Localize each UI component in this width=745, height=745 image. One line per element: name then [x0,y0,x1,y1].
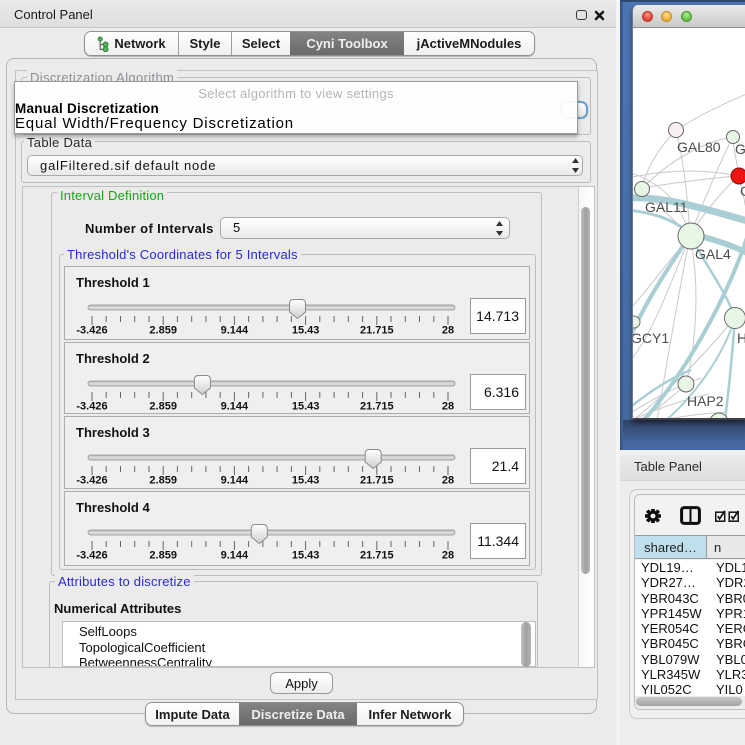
svg-text:21.715: 21.715 [360,401,394,413]
svg-text:9.144: 9.144 [221,325,249,337]
svg-text:28: 28 [442,550,454,562]
svg-text:15.43: 15.43 [292,550,320,562]
svg-text:GAL11: GAL11 [645,199,688,215]
svg-text:H: H [737,330,745,346]
svg-text:GCY1: GCY1 [633,330,669,346]
svg-text:-3.426: -3.426 [76,401,107,413]
svg-text:G.: G. [735,141,745,157]
svg-text:9.144: 9.144 [221,401,249,413]
svg-text:15.43: 15.43 [292,401,320,413]
svg-text:21.715: 21.715 [360,550,394,562]
svg-text:21.715: 21.715 [360,475,394,487]
svg-text:HAP2: HAP2 [687,393,724,409]
svg-text:21.715: 21.715 [360,325,394,337]
svg-text:28: 28 [442,475,454,487]
svg-text:15.43: 15.43 [292,475,320,487]
svg-text:15.43: 15.43 [292,325,320,337]
svg-text:9.144: 9.144 [221,550,249,562]
svg-text:28: 28 [442,325,454,337]
svg-text:28: 28 [442,401,454,413]
svg-text:C: C [740,183,745,199]
svg-text:2.859: 2.859 [149,475,177,487]
svg-text:-3.426: -3.426 [76,325,107,337]
svg-text:GAL80: GAL80 [677,139,721,155]
svg-text:2.859: 2.859 [149,550,177,562]
svg-text:9.144: 9.144 [221,475,249,487]
svg-text:-3.426: -3.426 [76,550,107,562]
svg-text:GAL4: GAL4 [695,246,731,262]
svg-text:2.859: 2.859 [149,325,177,337]
svg-text:-3.426: -3.426 [76,475,107,487]
svg-text:2.859: 2.859 [149,401,177,413]
